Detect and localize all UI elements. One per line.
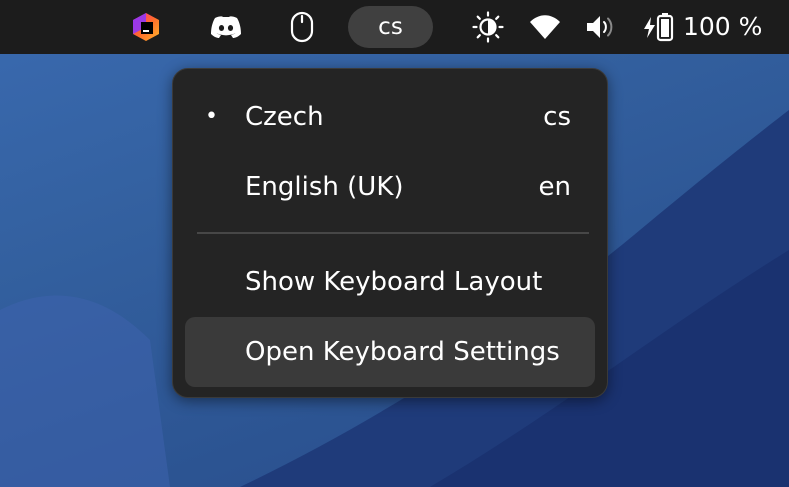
menu-item-show-keyboard-layout[interactable]: Show Keyboard Layout bbox=[185, 247, 595, 317]
keyboard-layout-menu: • Czech cs English (UK) en Show Keyboard… bbox=[172, 68, 608, 398]
menu-separator bbox=[197, 232, 589, 234]
menu-item-label: English (UK) bbox=[245, 172, 404, 202]
desktop: cs 100 % • Czech cs English (UK) en Show… bbox=[0, 0, 789, 487]
menu-item-label: Open Keyboard Settings bbox=[245, 337, 560, 367]
battery-percentage: 100 % bbox=[683, 12, 763, 41]
wifi-icon[interactable] bbox=[527, 9, 563, 45]
menu-item-label: Show Keyboard Layout bbox=[245, 267, 543, 297]
keyboard-layout-indicator[interactable]: cs bbox=[348, 6, 433, 48]
battery-charging-icon[interactable] bbox=[640, 9, 676, 45]
keyboard-layout-code: cs bbox=[378, 14, 403, 40]
active-layout-bullet: • bbox=[205, 104, 218, 129]
menu-item-open-keyboard-settings[interactable]: Open Keyboard Settings bbox=[185, 317, 595, 387]
discord-icon[interactable] bbox=[208, 9, 244, 45]
menu-item-label: Czech bbox=[245, 102, 324, 132]
layout-code: cs bbox=[543, 102, 571, 132]
jetbrains-toolbox-icon[interactable] bbox=[128, 9, 164, 45]
brightness-icon[interactable] bbox=[470, 9, 506, 45]
layout-code: en bbox=[538, 172, 571, 202]
mouse-icon[interactable] bbox=[284, 9, 320, 45]
volume-icon[interactable] bbox=[583, 9, 619, 45]
menu-item-english-uk[interactable]: English (UK) en bbox=[185, 152, 595, 222]
menu-item-czech[interactable]: • Czech cs bbox=[185, 82, 595, 152]
top-bar: cs 100 % bbox=[0, 0, 789, 54]
